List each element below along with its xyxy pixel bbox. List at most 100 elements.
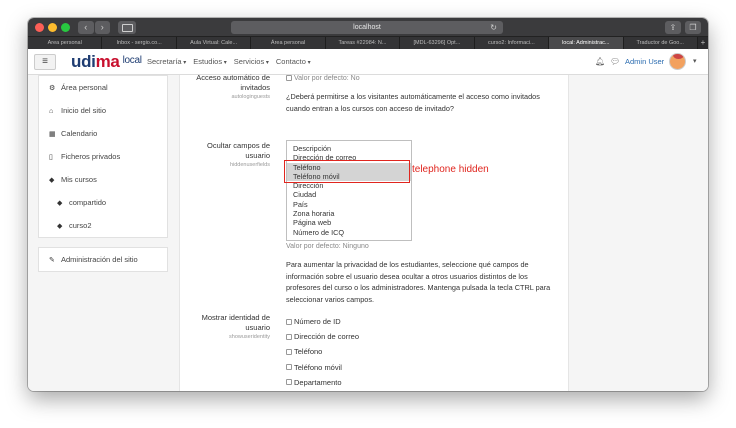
- identity-checkbox-row[interactable]: Departamento: [286, 375, 561, 390]
- sidebar-item[interactable]: ◆ Mis cursos: [39, 168, 167, 191]
- checkbox-label: Dirección de correo: [294, 332, 360, 342]
- hidden-fields-default: Valor por defecto: Ninguno: [286, 243, 369, 250]
- top-menu-item[interactable]: Estudios: [193, 57, 226, 66]
- sidebar-item-label: compartido: [69, 198, 107, 207]
- select-option[interactable]: Zona horaria: [287, 209, 411, 218]
- sidebar-item[interactable]: ▦ Calendario: [39, 122, 167, 145]
- site-navbar: ≡ udimalocal Secretaría Estudios Servicios…: [28, 49, 708, 75]
- show-identity-checkboxes: Número de ID Dirección de correo Teléfono T…: [286, 314, 561, 391]
- tab-overview-icon[interactable]: ❐: [685, 21, 701, 34]
- browser-titlebar: ‹ › localhost ↻ ⇪ ❐: [28, 18, 708, 37]
- chevron-down-icon[interactable]: ▾: [693, 57, 697, 65]
- tab-strip: Area personal Inbox - sergio.co... Aula Vi…: [28, 37, 708, 49]
- sidebar-item[interactable]: ◆ curso2: [39, 214, 167, 237]
- top-menu-item[interactable]: Secretaría: [147, 57, 186, 66]
- autologin-label: Acceso automático de invitados autologin…: [180, 73, 270, 100]
- logo-text-3: local: [122, 55, 142, 66]
- autologin-label-line2: invitados: [240, 83, 270, 92]
- browser-tab[interactable]: Area personal: [28, 37, 103, 49]
- top-menu-item[interactable]: Contacto: [276, 57, 311, 66]
- browser-tab[interactable]: local: Administrac...: [549, 37, 624, 49]
- identity-checkbox-row[interactable]: Teléfono: [286, 344, 561, 359]
- hidden-fields-description: Para aumentar la privacidad de los estud…: [286, 260, 551, 304]
- select-option[interactable]: Página web: [287, 218, 411, 227]
- select-option[interactable]: Descripción: [287, 144, 411, 153]
- browser-window: ‹ › localhost ↻ ⇪ ❐ Area personal Inbox -…: [28, 18, 708, 391]
- browser-tab[interactable]: curso2: Informaci...: [474, 37, 550, 49]
- show-identity-code: showuseridentity: [229, 334, 270, 340]
- autologin-label-line1: Acceso automático de: [196, 73, 270, 82]
- bell-icon[interactable]: 🔔︎: [595, 57, 605, 66]
- site-logo[interactable]: udima local: [71, 52, 142, 72]
- autologin-checkbox[interactable]: [286, 75, 292, 81]
- calendar-icon: ▦: [49, 131, 56, 138]
- reload-icon[interactable]: ↻: [490, 21, 497, 34]
- browser-tab[interactable]: Aula Virtual: Cale...: [176, 37, 252, 49]
- sidebar-item[interactable]: ▯ Ficheros privados: [39, 145, 167, 168]
- sidebar-item-label: Administración del sitio: [61, 255, 138, 264]
- identity-checkbox-row[interactable]: Institución: [286, 390, 561, 391]
- browser-tab[interactable]: Tareas #22984: N...: [325, 37, 401, 49]
- sidebar-item-admin[interactable]: ✎ Administración del sitio: [39, 248, 167, 271]
- home-icon: ⌂: [49, 108, 54, 115]
- top-menu-item[interactable]: Servicios: [234, 57, 269, 66]
- hidden-fields-label-line1: Ocultar campos de: [207, 141, 270, 150]
- checkbox[interactable]: [286, 333, 292, 340]
- address-text: localhost: [353, 24, 381, 31]
- back-arrow-icon[interactable]: ‹: [78, 21, 94, 34]
- checkbox[interactable]: [286, 364, 292, 371]
- new-tab-icon[interactable]: +: [698, 37, 708, 49]
- show-identity-label-line2: usuario: [245, 323, 270, 332]
- identity-checkbox-row[interactable]: Número de ID: [286, 314, 561, 329]
- sidebar-item[interactable]: ⌂ Inicio del sitio: [39, 99, 167, 122]
- show-identity-label: Mostrar identidad de usuario showuseride…: [180, 313, 270, 340]
- address-bar[interactable]: localhost ↻: [231, 21, 503, 34]
- autologin-default: Valor por defecto: No: [286, 75, 561, 82]
- nav-drawer-main: ⚙ Área personal ⌂ Inicio del sitio ▦ Calendar…: [38, 75, 168, 238]
- annotation-text: telephone hidden: [412, 164, 489, 175]
- sidebar-item-label: Inicio del sitio: [61, 106, 107, 115]
- sidebar-item-label: Ficheros privados: [61, 152, 121, 161]
- select-option[interactable]: País: [287, 200, 411, 209]
- checkbox-label: Departamento: [294, 377, 342, 387]
- browser-tab[interactable]: [MDL-63296] Opt...: [400, 37, 475, 49]
- sidebar-item-label: Área personal: [61, 83, 108, 92]
- autologin-value: Valor por defecto: No ¿Deberá permitirse…: [286, 75, 561, 114]
- sidebar-toggle-icon[interactable]: [118, 21, 136, 34]
- select-option[interactable]: Ciudad: [287, 190, 411, 199]
- file-icon: ▯: [49, 154, 53, 161]
- sidebar-item[interactable]: ⚙ Área personal: [39, 76, 167, 99]
- hidden-fields-code: hiddenuserfields: [229, 162, 270, 168]
- logo-text-2: ma: [95, 52, 120, 71]
- checkbox[interactable]: [286, 348, 292, 355]
- identity-checkbox-row[interactable]: Teléfono móvil: [286, 360, 561, 375]
- select-option[interactable]: Número de ICQ: [287, 228, 411, 237]
- graduation-cap-icon: ◆: [57, 200, 63, 207]
- maximize-window-icon[interactable]: [61, 23, 70, 32]
- browser-tab[interactable]: Inbox - sergio.co...: [102, 37, 177, 49]
- identity-checkbox-row[interactable]: Dirección de correo: [286, 329, 561, 344]
- hidden-fields-label-line2: usuario: [245, 151, 270, 160]
- share-icon[interactable]: ⇪: [665, 21, 681, 34]
- sidebar-item[interactable]: ◆ compartido: [39, 191, 167, 214]
- graduation-cap-icon: ◆: [57, 223, 63, 230]
- browser-tab[interactable]: Traductor de Goo...: [623, 37, 698, 49]
- user-name[interactable]: Admin User: [625, 57, 664, 66]
- hidden-fields-label: Ocultar campos de usuario hiddenuserfiel…: [180, 141, 270, 168]
- wrench-icon: ✎: [49, 257, 55, 264]
- checkbox-label: Número de ID: [294, 317, 341, 327]
- hidden-fields-select[interactable]: Descripción Dirección de correo Teléfono Te…: [286, 140, 412, 241]
- minimize-window-icon[interactable]: [48, 23, 57, 32]
- browser-tab[interactable]: Área personal: [251, 37, 326, 49]
- show-identity-label-line1: Mostrar identidad de: [201, 313, 270, 322]
- checkbox[interactable]: [286, 379, 292, 386]
- checkbox-label: Teléfono: [294, 347, 323, 357]
- close-window-icon[interactable]: [35, 23, 44, 32]
- settings-main: Acceso automático de invitados autologin…: [179, 73, 569, 391]
- menu-toggle-icon[interactable]: ≡: [34, 54, 56, 70]
- page-content: ⚙ Área personal ⌂ Inicio del sitio ▦ Calendar…: [28, 73, 708, 391]
- chat-icon[interactable]: 💬︎: [610, 57, 620, 66]
- avatar[interactable]: [669, 53, 686, 70]
- checkbox[interactable]: [286, 318, 292, 325]
- forward-arrow-icon[interactable]: ›: [94, 21, 110, 34]
